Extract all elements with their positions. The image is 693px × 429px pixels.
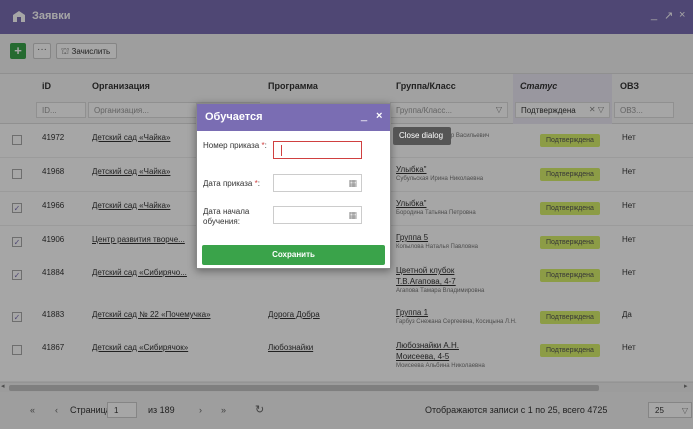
calendar-icon[interactable]: ▦ (348, 178, 357, 189)
order-number-input[interactable] (273, 141, 362, 159)
order-number-label: Номер приказа *: (203, 141, 267, 150)
start-date-input[interactable]: ▦ (273, 206, 362, 224)
applications-window: Заявки _ ↗ × + ··· ⛫ Зачислить iD Органи… (0, 0, 693, 429)
start-date-label: Дата начала обучения: (203, 207, 250, 226)
close-dialog-tooltip: Close dialog (393, 127, 451, 145)
order-date-input[interactable]: ▦ (273, 174, 362, 192)
order-date-label: Дата приказа *: (203, 179, 260, 188)
dialog-title: Обучается (205, 111, 263, 123)
close-dialog-button[interactable]: × (376, 110, 382, 122)
minimize-dialog-button[interactable]: _ (361, 110, 367, 122)
text-caret (281, 145, 282, 156)
save-button[interactable]: Сохранить (202, 245, 385, 265)
calendar-icon[interactable]: ▦ (348, 210, 357, 221)
dialog-titlebar: Обучается _ × (197, 104, 390, 131)
enrollment-dialog: Обучается _ × Номер приказа *: Дата прик… (196, 103, 391, 269)
